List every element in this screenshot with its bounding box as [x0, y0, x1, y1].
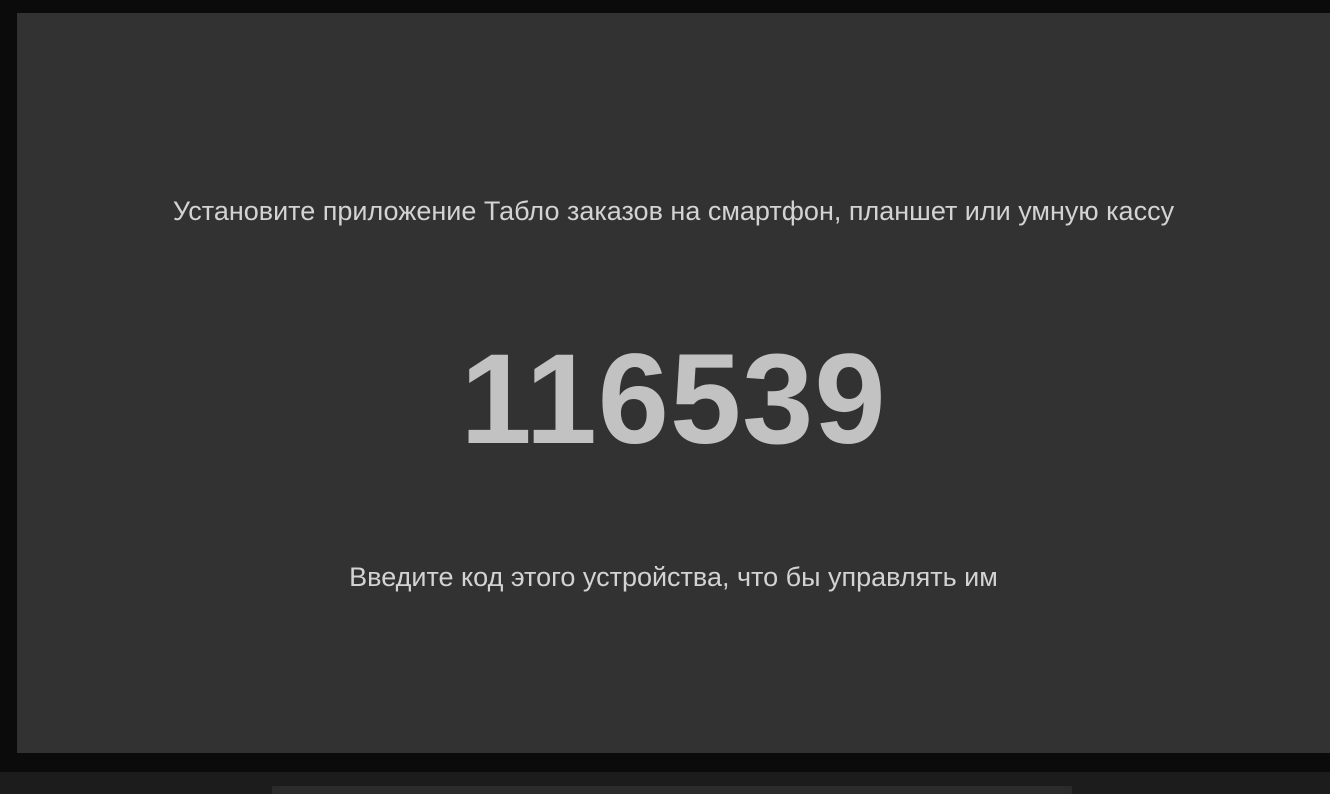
device-code: 116539 — [460, 328, 887, 471]
install-app-instruction: Установите приложение Табло заказов на с… — [172, 196, 1175, 226]
pairing-screen: Установите приложение Табло заказов на с… — [17, 13, 1330, 753]
enter-code-hint: Введите код этого устройства, что бы упр… — [349, 562, 998, 592]
device-frame: Установите приложение Табло заказов на с… — [0, 0, 1330, 794]
horizontal-scrollbar[interactable] — [272, 786, 1072, 794]
bottom-bar — [0, 772, 1330, 794]
